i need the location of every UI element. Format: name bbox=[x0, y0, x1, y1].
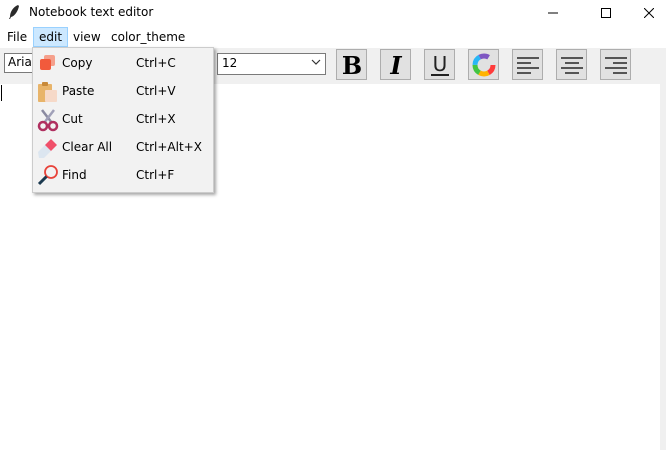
menu-item-cut[interactable]: Cut Ctrl+X bbox=[33, 107, 213, 133]
align-right-button[interactable] bbox=[600, 49, 631, 80]
close-icon bbox=[644, 8, 654, 18]
svg-text:I: I bbox=[389, 52, 402, 78]
font-size-select[interactable]: 12 bbox=[217, 53, 326, 75]
edit-menu-dropdown: Copy Ctrl+C Paste Ctrl+V Cut Ctrl+X Clea… bbox=[32, 47, 214, 193]
italic-icon: I bbox=[389, 52, 402, 78]
menu-edit[interactable]: edit bbox=[33, 27, 69, 47]
svg-text:U: U bbox=[432, 52, 447, 76]
menu-item-clear-all[interactable]: Clear All Ctrl+Alt+X bbox=[33, 135, 213, 161]
align-center-icon bbox=[560, 56, 583, 74]
svg-text:B: B bbox=[341, 52, 361, 78]
menu-item-label: Find bbox=[62, 168, 87, 182]
menu-item-label: Copy bbox=[62, 56, 93, 70]
bold-icon: B bbox=[341, 52, 361, 78]
font-color-button[interactable] bbox=[468, 49, 499, 80]
underline-button[interactable]: U bbox=[424, 49, 455, 80]
underline-icon: U bbox=[430, 52, 449, 76]
close-button[interactable] bbox=[626, 0, 666, 26]
title-bar: Notebook text editor bbox=[0, 0, 666, 26]
text-caret bbox=[1, 85, 2, 101]
bold-button[interactable]: B bbox=[336, 49, 367, 80]
align-center-button[interactable] bbox=[556, 49, 587, 80]
window-title: Notebook text editor bbox=[29, 5, 154, 19]
menu-item-shortcut: Ctrl+C bbox=[136, 56, 176, 70]
align-right-icon bbox=[604, 56, 627, 74]
menu-item-label: Cut bbox=[62, 112, 83, 126]
menu-item-shortcut: Ctrl+Alt+X bbox=[136, 140, 202, 154]
menu-file[interactable]: File bbox=[2, 28, 32, 46]
menu-item-shortcut: Ctrl+X bbox=[136, 112, 176, 126]
align-left-button[interactable] bbox=[512, 49, 543, 80]
font-size-value: 12 bbox=[222, 56, 238, 70]
scissors-icon bbox=[37, 109, 59, 132]
eraser-icon bbox=[38, 139, 57, 158]
magnifier-icon bbox=[37, 165, 58, 186]
menu-item-copy[interactable]: Copy Ctrl+C bbox=[33, 51, 213, 77]
menu-item-shortcut: Ctrl+F bbox=[136, 168, 175, 182]
paste-icon bbox=[38, 82, 57, 102]
menu-item-label: Clear All bbox=[62, 140, 113, 154]
menu-item-shortcut: Ctrl+V bbox=[136, 84, 176, 98]
align-left-icon bbox=[516, 56, 539, 74]
copy-icon bbox=[40, 55, 55, 70]
feather-icon bbox=[9, 5, 19, 19]
color-wheel-icon bbox=[472, 53, 495, 76]
italic-button[interactable]: I bbox=[380, 49, 411, 80]
menu-color-theme[interactable]: color_theme bbox=[106, 28, 190, 46]
menu-bar: File edit view color_theme bbox=[0, 27, 666, 47]
maximize-button[interactable] bbox=[583, 0, 629, 26]
maximize-icon bbox=[601, 8, 611, 18]
chevron-down-icon bbox=[311, 59, 321, 65]
vertical-scrollbar[interactable] bbox=[660, 84, 666, 450]
menu-item-paste[interactable]: Paste Ctrl+V bbox=[33, 79, 213, 105]
minimize-icon bbox=[548, 12, 558, 14]
menu-item-find[interactable]: Find Ctrl+F bbox=[33, 163, 213, 189]
menu-item-label: Paste bbox=[62, 84, 95, 98]
menu-view[interactable]: view bbox=[68, 28, 106, 46]
minimize-button[interactable] bbox=[530, 0, 576, 26]
